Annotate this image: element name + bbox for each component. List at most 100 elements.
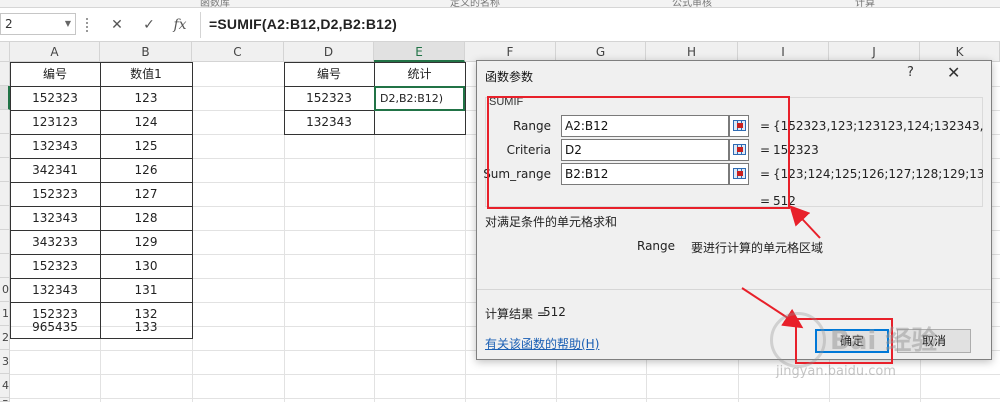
table-cell[interactable]: 123	[100, 86, 192, 110]
name-box[interactable]: 2 ▼	[0, 13, 76, 35]
formula-bar-divider	[200, 12, 201, 38]
table-cell[interactable]: 132343	[10, 206, 100, 230]
row-header[interactable]	[0, 86, 10, 110]
ribbon-group-label: 计算	[855, 0, 875, 8]
ribbon-group-label: 定义的名称	[450, 0, 500, 8]
table2-header[interactable]: 编号	[284, 62, 374, 86]
column-header-a[interactable]: A	[10, 42, 100, 62]
function-total: 512	[773, 194, 796, 208]
row-header[interactable]	[0, 158, 10, 182]
table1-header[interactable]: 数值1	[100, 62, 192, 86]
total-equals: =	[760, 194, 771, 208]
row-header[interactable]: 0	[0, 278, 10, 302]
table-cell[interactable]: 152323	[284, 86, 374, 110]
row-header[interactable]: 2	[0, 326, 10, 350]
table-cell[interactable]: 126	[100, 158, 192, 182]
cancel-button[interactable]: 取消	[897, 329, 971, 353]
enter-formula-icon[interactable]: ✓	[138, 15, 160, 35]
column-header-j[interactable]: J	[829, 42, 920, 62]
argument-description-name: Range	[637, 239, 676, 253]
formula-bar: 2 ▼ ✕ ✓ fx =SUMIF(A2:B12,D2,B2:B12)	[0, 8, 1000, 42]
active-cell-e2[interactable]: D2,B2:B12)	[374, 86, 465, 111]
select-all-corner[interactable]	[0, 42, 10, 62]
column-header-f[interactable]: F	[465, 42, 556, 62]
ok-button[interactable]: 确定	[815, 329, 889, 353]
column-header-i[interactable]: I	[738, 42, 829, 62]
table-cell[interactable]: 132343	[284, 110, 374, 134]
row-header[interactable]	[0, 62, 10, 86]
table-cell[interactable]: 132343	[10, 134, 100, 158]
collapse-dialog-icon[interactable]	[729, 139, 749, 161]
help-icon[interactable]: ?	[907, 65, 914, 80]
collapse-dialog-icon[interactable]	[729, 163, 749, 185]
column-header-k[interactable]: K	[920, 42, 1000, 62]
table-cell[interactable]: 133	[100, 315, 192, 339]
table-cell[interactable]: 130	[100, 254, 192, 278]
row-header[interactable]	[0, 254, 10, 278]
table-cell[interactable]: 128	[100, 206, 192, 230]
table-cell[interactable]: 152323	[10, 254, 100, 278]
equals-sign: =	[760, 143, 771, 157]
row-header[interactable]	[0, 206, 10, 230]
function-description: 对满足条件的单元格求和	[485, 215, 618, 229]
ribbon-group-label: 函数库	[200, 0, 230, 8]
table-cell[interactable]: 127	[100, 182, 192, 206]
column-header-g[interactable]: G	[556, 42, 646, 62]
table2-header[interactable]: 统计	[374, 62, 465, 86]
table1-header[interactable]: 编号	[10, 62, 100, 86]
table-cell[interactable]: 132343	[10, 278, 100, 302]
argument-description: 要进行计算的单元格区域	[691, 241, 824, 255]
criteria-label: Criteria	[506, 143, 551, 157]
insert-function-icon[interactable]: fx	[169, 15, 191, 35]
column-header-d[interactable]: D	[284, 42, 374, 62]
cancel-formula-icon[interactable]: ✕	[106, 15, 128, 35]
criteria-input[interactable]: D2	[561, 139, 729, 161]
row-header[interactable]	[0, 110, 10, 134]
range-result: {152323,123;123123,124;132343,12...	[773, 119, 983, 133]
function-name: SUMIF	[489, 96, 524, 108]
row-header[interactable]: 5	[0, 398, 10, 402]
equals-sign: =	[760, 167, 771, 181]
table-cell[interactable]: 131	[100, 278, 192, 302]
range-input[interactable]: A2:B12	[561, 115, 729, 137]
column-header-h[interactable]: H	[646, 42, 738, 62]
table-cell[interactable]: 965435	[10, 315, 100, 339]
ribbon-group-label: 公式审核	[672, 0, 712, 8]
range-label: Range	[512, 119, 551, 133]
formula-result-value: 512	[543, 305, 566, 319]
close-icon[interactable]: ✕	[947, 63, 960, 82]
criteria-result: 152323	[773, 143, 819, 157]
table-cell[interactable]: 152323	[10, 86, 100, 110]
name-box-value: 2	[5, 17, 13, 31]
table-cell[interactable]: 342341	[10, 158, 100, 182]
sum-range-input[interactable]: B2:B12	[561, 163, 729, 185]
table-cell[interactable]: 125	[100, 134, 192, 158]
formula-result-label: 计算结果 =	[485, 307, 547, 321]
sum-range-label: Sum_range	[483, 167, 551, 181]
column-header-e[interactable]: E	[374, 42, 465, 62]
row-header[interactable]: 4	[0, 374, 10, 398]
row-header[interactable]: 1	[0, 302, 10, 326]
function-help-link[interactable]: 有关该函数的帮助(H)	[485, 335, 599, 352]
dialog-title: 函数参数	[485, 70, 534, 84]
table-cell[interactable]: 343233	[10, 230, 100, 254]
chevron-down-icon[interactable]: ▼	[65, 14, 71, 34]
table-cell[interactable]: 124	[100, 110, 192, 134]
table-cell[interactable]	[374, 110, 465, 134]
equals-sign: =	[760, 119, 771, 133]
row-header[interactable]	[0, 230, 10, 254]
ribbon-strip: 函数库 定义的名称 公式审核 计算	[0, 0, 1000, 8]
table-cell[interactable]: 152323	[10, 182, 100, 206]
column-header-b[interactable]: B	[100, 42, 192, 62]
row-header[interactable]	[0, 182, 10, 206]
grip-icon[interactable]	[86, 18, 90, 32]
sum-range-result: {123;124;125;126;127;128;129;130;13	[773, 167, 983, 181]
row-header[interactable]	[0, 134, 10, 158]
collapse-dialog-icon[interactable]	[729, 115, 749, 137]
column-header-c[interactable]: C	[192, 42, 284, 62]
formula-input[interactable]: =SUMIF(A2:B12,D2,B2:B12)	[209, 16, 397, 32]
row-header[interactable]: 3	[0, 350, 10, 374]
table-cell[interactable]: 129	[100, 230, 192, 254]
dialog-divider	[477, 289, 991, 290]
table-cell[interactable]: 123123	[10, 110, 100, 134]
